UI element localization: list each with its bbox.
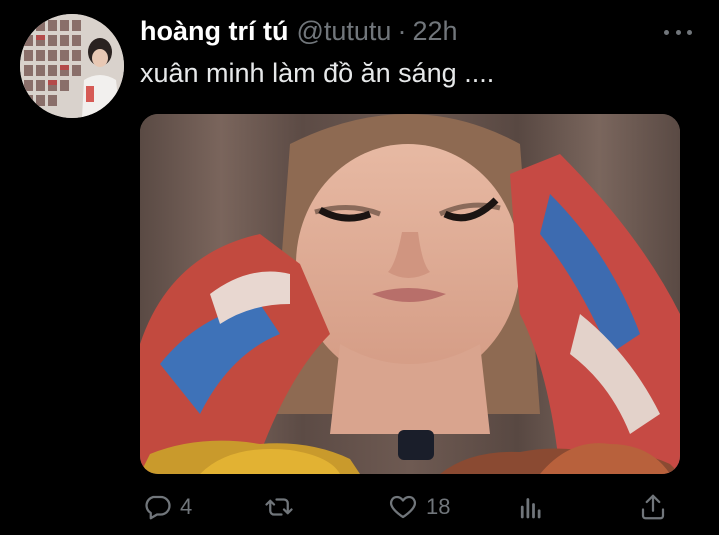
media-image <box>140 114 680 474</box>
ellipsis-icon <box>664 30 669 35</box>
tweet-header: hoàng trí tú @tututu · 22h <box>140 16 458 50</box>
tweet-text: xuân minh làm đồ ăn sáng .... <box>140 58 495 88</box>
retweet-icon <box>265 498 293 516</box>
share-button[interactable] <box>638 488 668 526</box>
analytics-button[interactable] <box>516 488 546 526</box>
avatar[interactable] <box>20 14 124 118</box>
like-button[interactable]: 18 <box>388 488 450 526</box>
user-handle[interactable]: @tututu <box>296 16 391 47</box>
retweet-button[interactable] <box>264 488 302 526</box>
tweet-media[interactable] <box>140 114 680 474</box>
tweet-action-bar: 4 18 <box>140 488 680 526</box>
reply-button[interactable]: 4 <box>142 488 192 526</box>
reply-icon <box>145 495 171 520</box>
like-count: 18 <box>426 494 451 519</box>
timestamp[interactable]: 22h <box>412 16 457 47</box>
heart-icon <box>390 495 416 519</box>
more-options-button[interactable] <box>664 28 692 38</box>
share-icon <box>641 494 665 520</box>
avatar-image <box>20 14 124 118</box>
analytics-icon <box>520 498 541 519</box>
separator-dot: · <box>397 16 407 46</box>
display-name[interactable]: hoàng trí tú <box>140 16 288 47</box>
reply-count: 4 <box>180 494 193 519</box>
